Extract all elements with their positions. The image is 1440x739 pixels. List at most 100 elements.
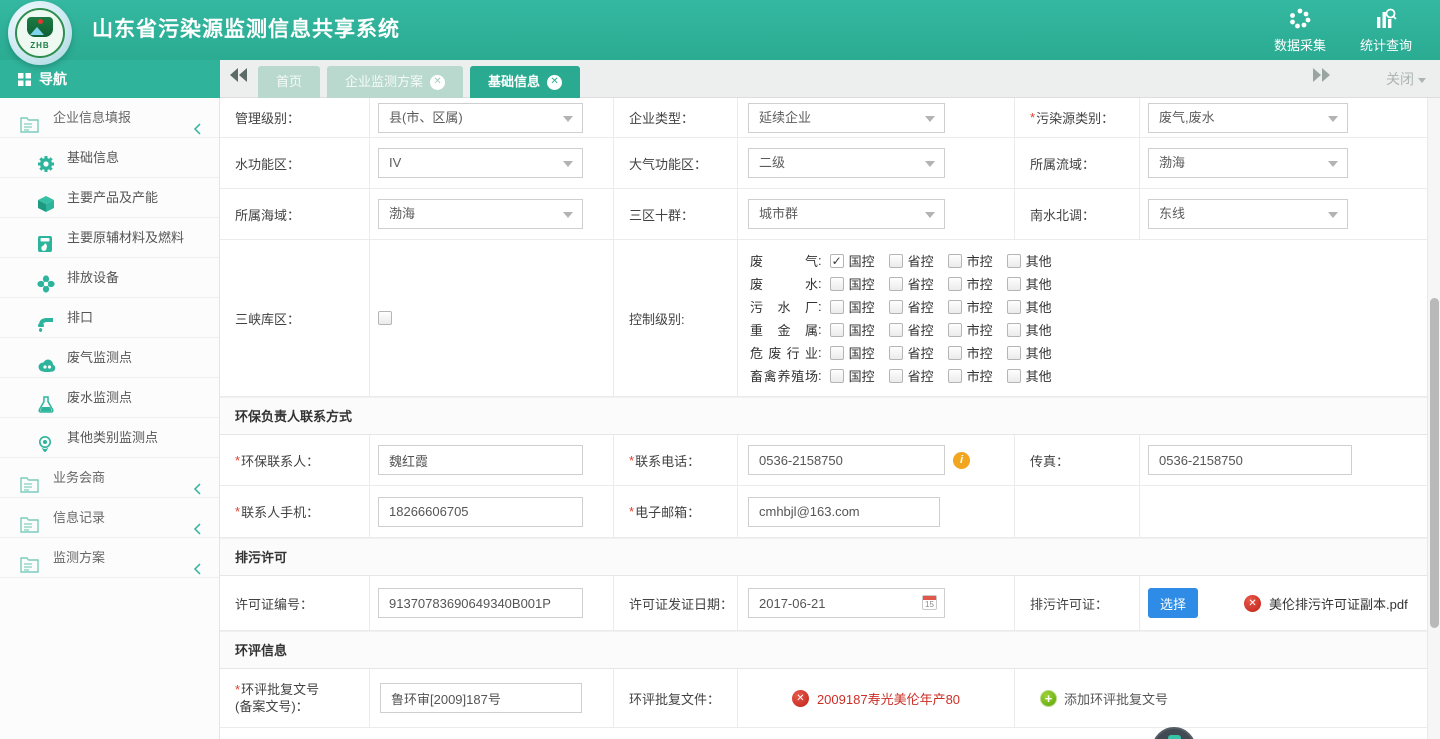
sidebar-item-basic-info[interactable]: 基础信息 bbox=[0, 138, 219, 178]
field-label: 所属海域： bbox=[220, 189, 370, 240]
south-north-select[interactable]: 东线 bbox=[1148, 199, 1348, 229]
sidebar-item-outlets[interactable]: 排口 bbox=[0, 298, 219, 338]
close-tabs-dropdown[interactable]: 关闭 bbox=[1386, 60, 1426, 98]
sidebar-item-label: 监测方案 bbox=[53, 538, 105, 578]
choose-file-button[interactable]: 选择 bbox=[1148, 588, 1198, 618]
contact-phone-input[interactable] bbox=[748, 445, 945, 475]
sidebar-item-waste-water-points[interactable]: 废水监测点 bbox=[0, 378, 219, 418]
control-level-checkbox[interactable] bbox=[830, 346, 844, 360]
three-zones-select[interactable]: 城市群 bbox=[748, 199, 945, 229]
select-value: 东线 bbox=[1159, 206, 1185, 221]
logo-text: ZHB bbox=[8, 41, 72, 50]
delete-file-icon[interactable]: ✕ bbox=[792, 690, 809, 707]
close-icon[interactable]: ✕ bbox=[547, 75, 562, 90]
sidebar-item-waste-gas-points[interactable]: 废气监测点 bbox=[0, 338, 219, 378]
control-level-checkbox[interactable] bbox=[948, 277, 962, 291]
page-title: 山东省污染源监测信息共享系统 bbox=[92, 0, 400, 60]
checkbox-label: 国控 bbox=[849, 297, 875, 316]
tab-home[interactable]: 首页 bbox=[258, 66, 320, 98]
pollution-source-select[interactable]: 废气,废水 bbox=[1148, 103, 1348, 133]
control-level-checkbox[interactable] bbox=[889, 369, 903, 383]
mgmt-level-select[interactable]: 县(市、区属) bbox=[378, 103, 583, 133]
info-icon[interactable]: i bbox=[953, 452, 970, 469]
scrollbar-thumb[interactable] bbox=[1430, 298, 1439, 628]
sea-area-select[interactable]: 渤海 bbox=[378, 199, 583, 229]
field-label: 水功能区： bbox=[220, 138, 370, 189]
air-function-select[interactable]: 二级 bbox=[748, 148, 945, 178]
water-function-select[interactable]: IV bbox=[378, 148, 583, 178]
sidebar-group-enterprise-info[interactable]: 企业信息填报 bbox=[0, 98, 219, 138]
control-level-row: 废水:国控省控市控其他 bbox=[750, 272, 1066, 295]
control-level-checkbox[interactable] bbox=[830, 323, 844, 337]
app-header: ZHB 山东省污染源监测信息共享系统 数据采集 bbox=[0, 0, 1440, 60]
enterprise-type-select[interactable]: 延续企业 bbox=[748, 103, 945, 133]
control-level-checkbox[interactable] bbox=[1007, 277, 1021, 291]
add-eia-approval-link[interactable]: 添加环评批复文号 bbox=[1064, 689, 1168, 708]
email-input[interactable] bbox=[748, 497, 940, 527]
control-level-checkbox[interactable] bbox=[889, 277, 903, 291]
basin-select[interactable]: 渤海 bbox=[1148, 148, 1348, 178]
sidebar-item-other-monitor-points[interactable]: 其他类别监测点 bbox=[0, 418, 219, 458]
control-level-option: 省控 bbox=[889, 251, 934, 270]
eia-file-link[interactable]: 2009187寿光美伦年产80 bbox=[817, 689, 960, 708]
sidebar: 企业信息填报 基础信息 主要产品及产能 bbox=[0, 98, 220, 739]
chevron-down-icon bbox=[1328, 116, 1338, 122]
tab-basic-info[interactable]: 基础信息 ✕ bbox=[470, 66, 580, 98]
control-level-checkbox[interactable] bbox=[1007, 323, 1021, 337]
header-nav-label: 统计查询 bbox=[1360, 35, 1412, 54]
sidebar-group-info-records[interactable]: 信息记录 bbox=[0, 498, 219, 538]
delete-file-icon[interactable]: ✕ bbox=[1244, 595, 1261, 612]
control-level-checkbox[interactable] bbox=[889, 346, 903, 360]
permit-file-name[interactable]: 美伦排污许可证副本.pdf bbox=[1269, 594, 1408, 613]
control-level-checkbox[interactable] bbox=[948, 346, 962, 360]
contact-person-input[interactable] bbox=[378, 445, 583, 475]
sidebar-item-products-capacity[interactable]: 主要产品及产能 bbox=[0, 178, 219, 218]
chevron-left-icon bbox=[193, 551, 201, 591]
control-level-option: 市控 bbox=[948, 297, 993, 316]
control-level-checkbox[interactable] bbox=[948, 323, 962, 337]
control-level-row: 畜禽养殖场:国控省控市控其他 bbox=[750, 364, 1066, 387]
control-level-checkbox[interactable] bbox=[830, 300, 844, 314]
fax-input[interactable] bbox=[1148, 445, 1352, 475]
tab-enterprise-monitor-plan[interactable]: 企业监测方案 ✕ bbox=[327, 66, 463, 98]
sidebar-item-emission-equipment[interactable]: 排放设备 bbox=[0, 258, 219, 298]
contact-mobile-input[interactable] bbox=[378, 497, 583, 527]
sidebar-group-monitor-plan[interactable]: 监测方案 bbox=[0, 538, 219, 578]
add-icon[interactable]: + bbox=[1040, 690, 1057, 707]
control-level-option: 其他 bbox=[1007, 297, 1052, 316]
control-level-checkbox[interactable] bbox=[889, 254, 903, 268]
control-level-checkbox[interactable] bbox=[1007, 254, 1021, 268]
tabs-scroll-left-icon[interactable] bbox=[230, 68, 248, 87]
control-level-checkbox[interactable] bbox=[1007, 300, 1021, 314]
control-level-checkbox[interactable] bbox=[948, 369, 962, 383]
control-level-checkbox[interactable] bbox=[830, 277, 844, 291]
control-level-option: 省控 bbox=[889, 320, 934, 339]
header-nav-stats-query[interactable]: 统计查询 bbox=[1360, 7, 1412, 54]
control-level-checkbox[interactable] bbox=[948, 254, 962, 268]
control-level-checkbox[interactable]: ✓ bbox=[830, 254, 844, 268]
field-label: 企业类型： bbox=[614, 98, 738, 138]
control-level-checkbox[interactable] bbox=[1007, 346, 1021, 360]
sidebar-item-raw-materials-fuel[interactable]: 主要原辅材料及燃料 bbox=[0, 218, 219, 258]
calendar-icon[interactable]: 15 bbox=[922, 595, 937, 610]
field-label: 大气功能区： bbox=[614, 138, 738, 189]
control-level-checkbox[interactable] bbox=[889, 300, 903, 314]
sidebar-group-business-consult[interactable]: 业务会商 bbox=[0, 458, 219, 498]
checkbox-label: 市控 bbox=[967, 320, 993, 339]
close-icon[interactable]: ✕ bbox=[430, 75, 445, 90]
header-nav-data-collect[interactable]: 数据采集 bbox=[1274, 7, 1326, 54]
eia-approval-number-input[interactable] bbox=[380, 683, 582, 713]
control-level-checkbox[interactable] bbox=[948, 300, 962, 314]
control-level-checkbox[interactable] bbox=[830, 369, 844, 383]
control-level-checkbox[interactable] bbox=[1007, 369, 1021, 383]
field-label: *联系电话： bbox=[614, 435, 738, 486]
three-gorges-checkbox[interactable] bbox=[378, 311, 392, 325]
license-number-input[interactable] bbox=[378, 588, 583, 618]
basic-info-form: 管理级别： 县(市、区属) 企业类型： 延续企业 *污染源类别： 废气,废水 水… bbox=[220, 98, 1427, 739]
tabs-scroll-right-icon[interactable] bbox=[1312, 68, 1330, 87]
issue-date-input[interactable] bbox=[748, 588, 945, 618]
control-level-checkbox[interactable] bbox=[889, 323, 903, 337]
control-level-option: 国控 bbox=[830, 274, 875, 293]
select-value: 城市群 bbox=[759, 206, 798, 221]
folder-icon bbox=[20, 549, 39, 589]
